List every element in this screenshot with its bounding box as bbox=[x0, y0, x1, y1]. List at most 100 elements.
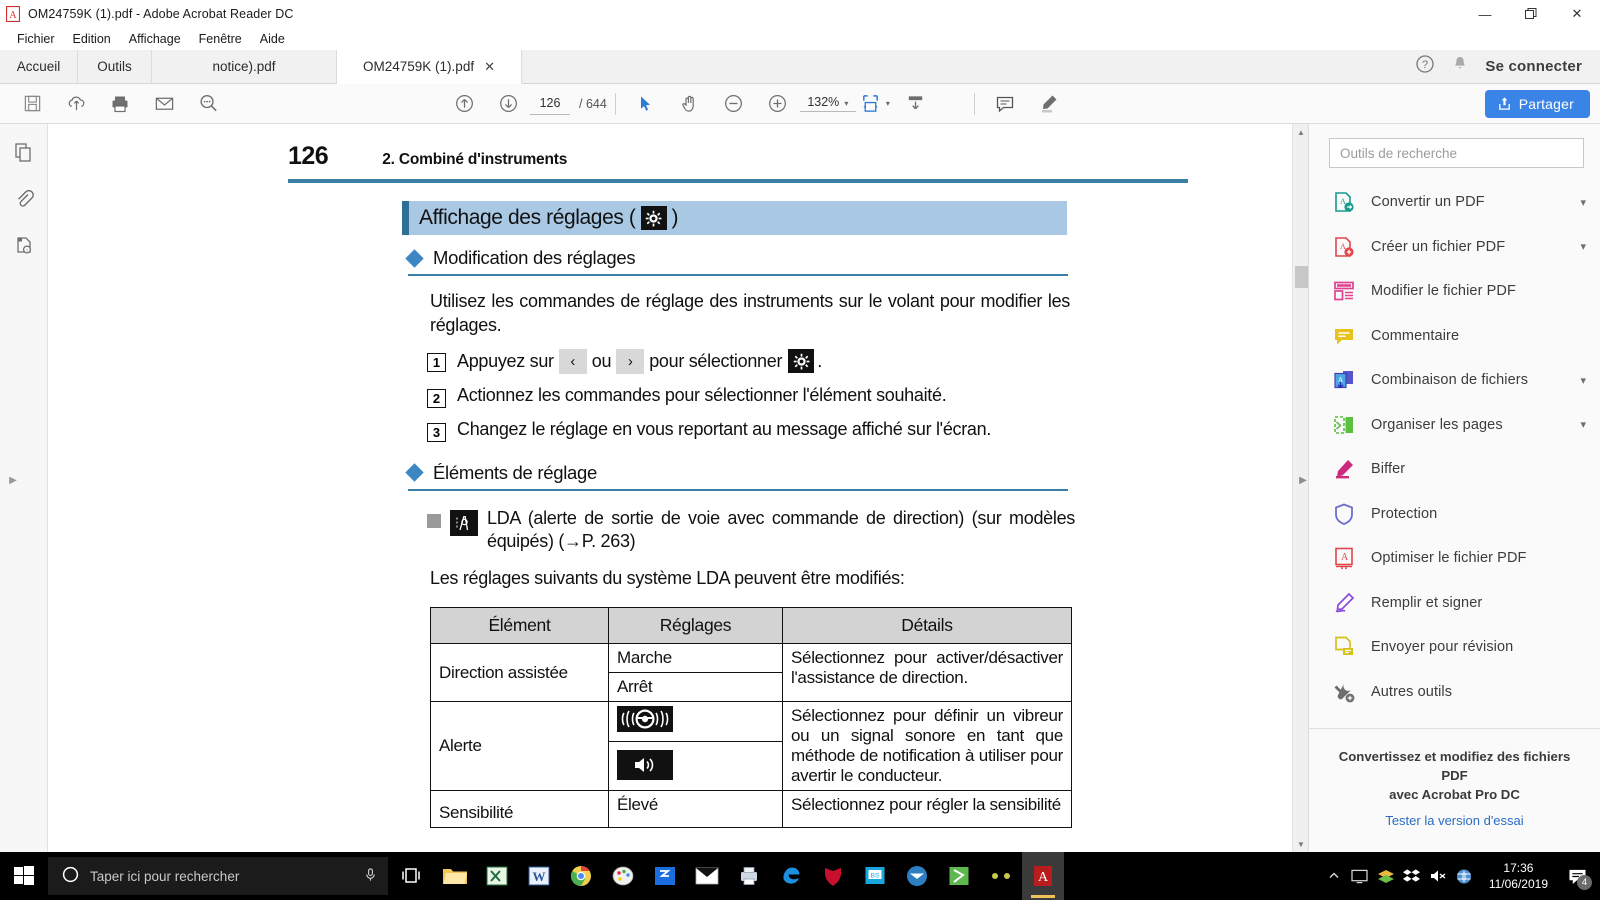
chrome-icon[interactable] bbox=[560, 852, 602, 900]
document-info-icon[interactable]: i bbox=[9, 230, 39, 260]
tab-document-om24759k[interactable]: OM24759K (1).pdf ✕ bbox=[337, 50, 522, 84]
search-input[interactable] bbox=[1340, 145, 1573, 161]
page-number-input[interactable] bbox=[530, 92, 570, 115]
chevron-down-icon[interactable]: ▾ bbox=[1580, 418, 1586, 431]
tool-commentaire[interactable]: Commentaire bbox=[1309, 314, 1600, 359]
right-arrow-key-icon: › bbox=[616, 348, 645, 374]
zoom-out-icon[interactable] bbox=[712, 86, 756, 122]
scrollbar-thumb[interactable] bbox=[1295, 266, 1308, 288]
tool-modifier-le-fichier-pdf[interactable]: Modifier le fichier PDF bbox=[1309, 269, 1600, 314]
tool-biffer[interactable]: Biffer bbox=[1309, 447, 1600, 492]
microphone-icon[interactable] bbox=[363, 867, 378, 885]
acrobat-icon[interactable]: A bbox=[1022, 852, 1064, 900]
mcafee-icon[interactable] bbox=[812, 852, 854, 900]
email-icon[interactable] bbox=[142, 86, 186, 122]
expand-left-panel-icon[interactable]: ▶ bbox=[7, 469, 19, 491]
tool-autres-outils[interactable]: Autres outils bbox=[1309, 670, 1600, 715]
task-view-icon[interactable] bbox=[388, 852, 434, 900]
restore-button[interactable] bbox=[1508, 0, 1554, 28]
scanner-icon[interactable] bbox=[644, 852, 686, 900]
previous-page-icon[interactable] bbox=[442, 86, 486, 122]
notification-center-button[interactable]: 4 bbox=[1560, 852, 1594, 900]
mail-icon[interactable] bbox=[686, 852, 728, 900]
step-text: Actionnez les commandes pour sélectionne… bbox=[457, 384, 947, 405]
taskbar-search-box[interactable]: Taper ici pour rechercher bbox=[48, 857, 388, 895]
cloud-upload-icon[interactable] bbox=[54, 86, 98, 122]
edge-icon[interactable] bbox=[770, 852, 812, 900]
attachments-icon[interactable] bbox=[9, 184, 39, 214]
scroll-up-arrow-icon[interactable]: ▲ bbox=[1293, 124, 1308, 140]
fit-page-icon[interactable]: ▾ bbox=[856, 86, 894, 122]
tool-organiser-les-pages[interactable]: Organiser les pages ▾ bbox=[1309, 403, 1600, 448]
find-icon[interactable] bbox=[186, 86, 230, 122]
close-button[interactable]: ✕ bbox=[1554, 0, 1600, 28]
volume-muted-icon[interactable] bbox=[1425, 852, 1451, 900]
step-text: Appuyez sur ‹ ou › pour sélectionner . bbox=[457, 348, 822, 374]
zoom-in-icon[interactable] bbox=[756, 86, 800, 122]
mail-client-icon[interactable] bbox=[896, 852, 938, 900]
comment-icon[interactable] bbox=[983, 86, 1027, 122]
printer-utility-icon[interactable] bbox=[728, 852, 770, 900]
menu-fenetre[interactable]: Fenêtre bbox=[190, 31, 251, 47]
scroll-down-arrow-icon[interactable]: ▼ bbox=[1293, 836, 1308, 852]
tools-search-box[interactable] bbox=[1329, 138, 1584, 168]
toolbar-separator-2 bbox=[973, 92, 975, 115]
tab-document-notice[interactable]: notice).pdf bbox=[152, 50, 337, 83]
tool-convertir-un-pdf[interactable]: A Convertir un PDF ▾ bbox=[1309, 180, 1600, 225]
tool-remplir-et-signer[interactable]: Remplir et signer bbox=[1309, 581, 1600, 626]
chevron-down-icon[interactable]: ▾ bbox=[1580, 240, 1586, 253]
menu-aide[interactable]: Aide bbox=[251, 31, 294, 47]
menu-edition[interactable]: Edition bbox=[64, 31, 120, 47]
scroll-mode-icon[interactable] bbox=[894, 86, 938, 122]
tool-optimiser-le-fichier-pdf[interactable]: A Optimiser le fichier PDF bbox=[1309, 536, 1600, 581]
bluestacks-icon[interactable]: BS bbox=[854, 852, 896, 900]
tool-combinaison-de-fichiers[interactable]: A Combinaison de fichiers ▾ bbox=[1309, 358, 1600, 403]
menu-fichier[interactable]: Fichier bbox=[8, 31, 64, 47]
excel-icon[interactable] bbox=[476, 852, 518, 900]
menu-bar: Fichier Edition Affichage Fenêtre Aide bbox=[0, 28, 1600, 50]
paint-icon[interactable] bbox=[602, 852, 644, 900]
network-icon[interactable] bbox=[1451, 852, 1477, 900]
zoom-level-display[interactable]: 132% ▾ bbox=[799, 95, 856, 112]
tool-icon[interactable] bbox=[980, 852, 1022, 900]
print-icon[interactable] bbox=[98, 86, 142, 122]
minimize-button[interactable]: — bbox=[1462, 0, 1508, 28]
save-icon[interactable] bbox=[10, 86, 54, 122]
page-navigation-group: / 644 bbox=[442, 86, 607, 122]
file-actions-group bbox=[10, 86, 230, 122]
hand-icon[interactable] bbox=[668, 86, 712, 122]
taskbar-clock[interactable]: 17:36 11/06/2019 bbox=[1477, 860, 1560, 892]
help-icon[interactable]: ? bbox=[1415, 54, 1435, 79]
title-bar: A OM24759K (1).pdf - Adobe Acrobat Reade… bbox=[0, 0, 1600, 28]
monitor-icon[interactable] bbox=[1347, 852, 1373, 900]
tool-label: Autres outils bbox=[1371, 683, 1453, 700]
tray-expand-icon[interactable] bbox=[1321, 852, 1347, 900]
cursor-icon[interactable] bbox=[624, 86, 668, 122]
promo-trial-link[interactable]: Tester la version d'essai bbox=[1329, 813, 1580, 828]
tab-accueil[interactable]: Accueil bbox=[0, 50, 78, 83]
page-thumbnails-icon[interactable] bbox=[9, 138, 39, 168]
tool-creer-un-fichier-pdf[interactable]: A Créer un fichier PDF ▾ bbox=[1309, 225, 1600, 270]
steering-wheel-vibration-icon bbox=[617, 706, 673, 733]
stack-icon[interactable] bbox=[1373, 852, 1399, 900]
tab-close-icon[interactable]: ✕ bbox=[484, 59, 495, 75]
sync-icon[interactable] bbox=[938, 852, 980, 900]
highlighter-icon[interactable] bbox=[1027, 86, 1071, 122]
share-button[interactable]: Partager bbox=[1484, 89, 1590, 118]
chevron-down-icon[interactable]: ▾ bbox=[1580, 374, 1586, 387]
diamond-bullet-icon bbox=[405, 463, 424, 482]
chevron-down-icon[interactable]: ▾ bbox=[1580, 196, 1586, 209]
promo-section: Convertissez et modifiez des fichiers PD… bbox=[1309, 728, 1600, 828]
sign-in-button[interactable]: Se connecter bbox=[1485, 58, 1582, 75]
file-explorer-icon[interactable] bbox=[434, 852, 476, 900]
notification-bell-icon[interactable] bbox=[1451, 55, 1469, 78]
tab-outils[interactable]: Outils bbox=[78, 50, 152, 83]
menu-affichage[interactable]: Affichage bbox=[120, 31, 190, 47]
next-page-icon[interactable] bbox=[486, 86, 530, 122]
collapse-tools-panel-icon[interactable]: ▶ bbox=[1297, 469, 1309, 491]
word-icon[interactable]: W bbox=[518, 852, 560, 900]
tool-envoyer-pour-revision[interactable]: Envoyer pour révision bbox=[1309, 625, 1600, 670]
dropbox-icon[interactable] bbox=[1399, 852, 1425, 900]
windows-start-icon[interactable] bbox=[0, 852, 48, 900]
tool-protection[interactable]: Protection bbox=[1309, 492, 1600, 537]
